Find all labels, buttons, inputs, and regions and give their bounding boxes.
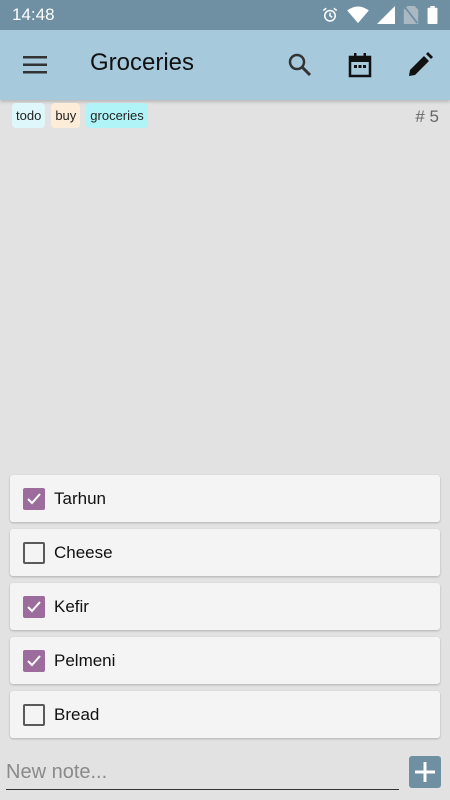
check-icon: [27, 492, 41, 504]
edit-button[interactable]: [406, 51, 434, 79]
checkbox-checked[interactable]: [23, 595, 45, 618]
no-sim-icon: [403, 6, 419, 24]
list-item[interactable]: Tarhun: [10, 475, 440, 522]
battery-icon: [427, 6, 438, 24]
list-item[interactable]: Bread: [10, 691, 440, 738]
status-time: 14:48: [12, 5, 55, 24]
check-icon: [27, 654, 41, 666]
menu-button[interactable]: [20, 52, 50, 78]
search-icon: [288, 53, 312, 77]
status-bar: 14:48: [0, 0, 450, 30]
search-button[interactable]: [286, 51, 314, 79]
tag-todo[interactable]: todo: [12, 103, 46, 128]
list-item-label: Cheese: [54, 542, 113, 562]
add-note-button[interactable]: [409, 756, 441, 788]
app-bar: Groceries: [0, 30, 450, 100]
calendar-icon: [348, 53, 372, 78]
check-icon: [27, 600, 41, 612]
new-note-input[interactable]: [6, 756, 399, 788]
status-icons: [321, 6, 438, 24]
checklist: Tarhun Cheese Kefir Pelmeni Bread: [10, 475, 440, 745]
list-item[interactable]: Cheese: [10, 529, 440, 576]
calendar-button[interactable]: [346, 51, 374, 79]
note-number: # 5: [415, 107, 439, 126]
edit-icon: [409, 52, 433, 76]
plus-icon: [415, 762, 435, 782]
checkbox-checked[interactable]: [23, 649, 45, 672]
list-item-label: Kefir: [54, 596, 89, 616]
alarm-icon: [322, 7, 338, 22]
tag-buy[interactable]: buy: [51, 103, 81, 128]
list-item[interactable]: Pelmeni: [10, 637, 440, 684]
tag-list: todo buy groceries: [12, 103, 148, 128]
tag-groceries[interactable]: groceries: [86, 103, 148, 128]
list-item[interactable]: Kefir: [10, 583, 440, 630]
new-note-field: [6, 756, 399, 790]
checkbox-unchecked[interactable]: [23, 703, 45, 726]
list-item-label: Pelmeni: [54, 650, 116, 670]
wifi-icon: [347, 6, 369, 24]
page-title: Groceries: [90, 49, 195, 76]
menu-icon: [23, 56, 47, 74]
list-item-label: Tarhun: [54, 488, 106, 508]
checkbox-checked[interactable]: [23, 487, 45, 510]
signal-icon: [377, 6, 395, 24]
list-item-label: Bread: [54, 704, 100, 724]
checkbox-unchecked[interactable]: [23, 541, 45, 564]
